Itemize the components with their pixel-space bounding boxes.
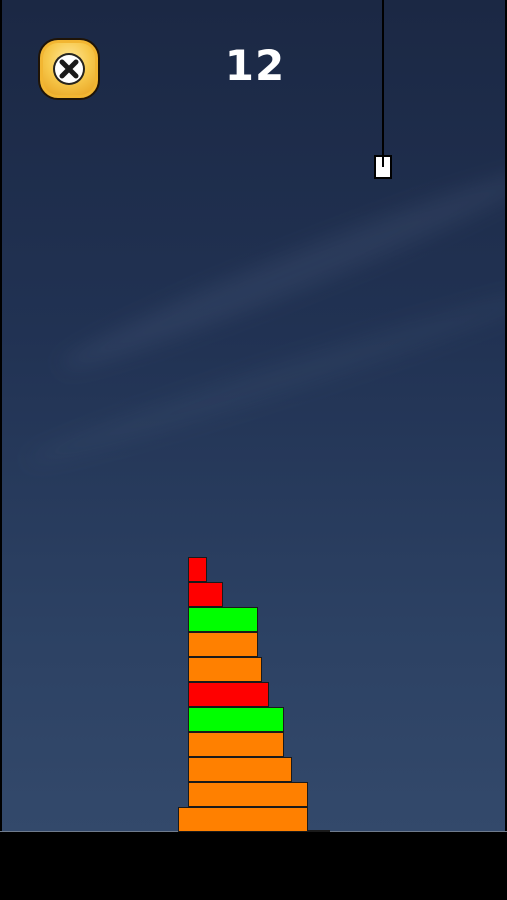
close-button[interactable] bbox=[38, 38, 100, 100]
sky-haze bbox=[21, 274, 505, 476]
close-icon bbox=[51, 51, 87, 87]
crane-hook bbox=[374, 155, 392, 179]
game-stage[interactable]: 12 bbox=[0, 0, 507, 900]
night-sky-background bbox=[2, 0, 505, 832]
sky-haze bbox=[53, 153, 505, 385]
ground bbox=[0, 832, 507, 900]
score-counter: 12 bbox=[224, 41, 286, 90]
crane-rope bbox=[382, 0, 384, 155]
